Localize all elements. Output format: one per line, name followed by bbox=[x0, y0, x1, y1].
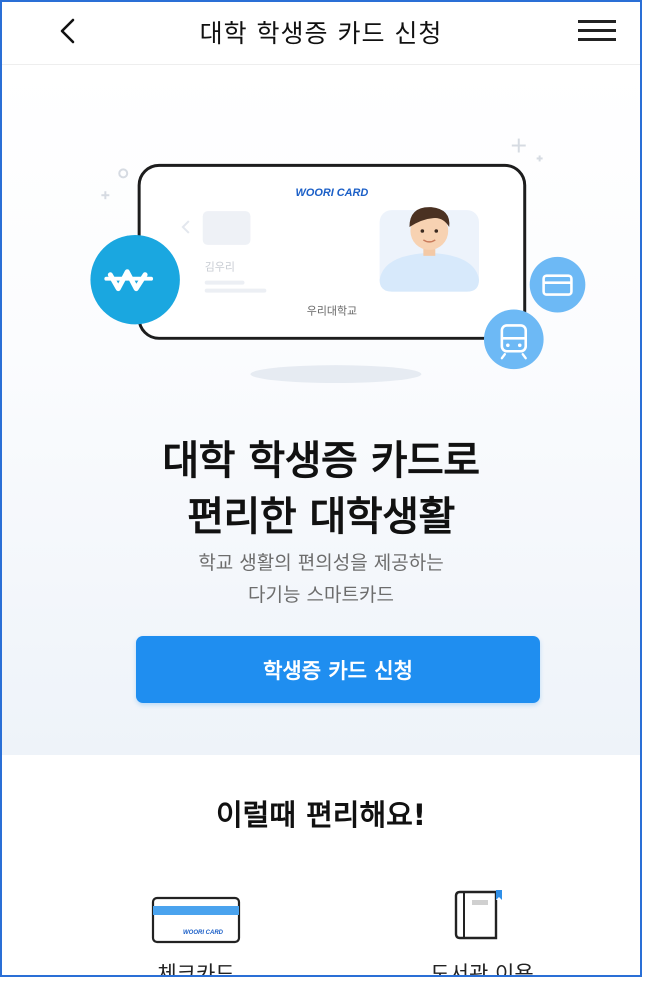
card-school-name: 우리대학교 bbox=[307, 304, 357, 317]
check-card-icon: WOORI CARD bbox=[151, 896, 241, 944]
top-header: 대학 학생증 카드 신청 bbox=[2, 2, 640, 65]
svg-text:WOORI CARD: WOORI CARD bbox=[183, 930, 224, 936]
benefit-item-check-card[interactable]: WOORI CARD 체크카드 bbox=[96, 884, 296, 977]
hero-section: WOORI CARD 김우리 우리대학교 대학 학생증 카드로 편리한 대학생활… bbox=[2, 65, 640, 755]
app-frame: 대학 학생증 카드 신청 WOORI CARD 김우리 우리대학교 대학 학생증… bbox=[0, 0, 642, 977]
hamburger-menu-icon bbox=[578, 20, 616, 23]
benefits-title: 이럴때 편리해요! bbox=[215, 798, 427, 832]
menu-button[interactable] bbox=[578, 16, 618, 46]
card-holder-name: 김우리 bbox=[205, 261, 235, 274]
benefit-label-library: 도서관 이용 bbox=[430, 962, 534, 977]
subtext-line-2: 다기능 스마트카드 bbox=[248, 584, 394, 606]
student-card-illustration: WOORI CARD 김우리 우리대학교 bbox=[90, 138, 586, 384]
subtext-line-1: 학교 생활의 편의성을 제공하는 bbox=[198, 552, 444, 574]
hero-subtext: 학교 생활의 편의성을 제공하는 다기능 스마트카드 bbox=[2, 547, 640, 611]
page-title: 대학 학생증 카드 신청 bbox=[199, 19, 443, 48]
benefit-label-check-card: 체크카드 bbox=[157, 962, 235, 977]
hero-headline: 대학 학생증 카드로 편리한 대학생활 bbox=[2, 433, 640, 545]
card-brand-text: WOORI CARD bbox=[296, 187, 369, 199]
card-icon bbox=[529, 256, 586, 313]
headline-line-2: 편리한 대학생활 bbox=[187, 494, 455, 540]
book-icon bbox=[454, 890, 502, 940]
apply-student-card-button[interactable]: 학생증 카드 신청 bbox=[136, 636, 540, 703]
benefit-item-library[interactable]: 도서관 이용 bbox=[382, 884, 582, 977]
headline-line-1: 대학 학생증 카드로 bbox=[162, 438, 480, 484]
